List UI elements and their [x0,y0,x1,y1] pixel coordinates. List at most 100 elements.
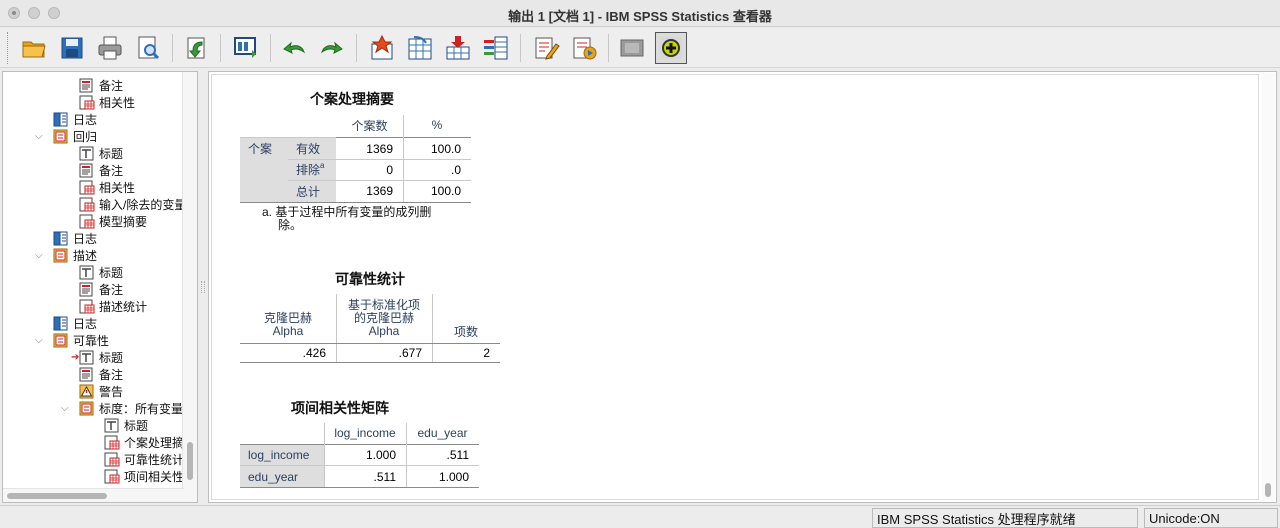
save-icon[interactable] [56,32,88,64]
chevron-down-icon[interactable]: ⌵ [35,128,43,145]
outline-item[interactable]: 可靠性 [53,332,109,349]
outline-item[interactable]: 模型摘要 [79,213,147,230]
undo-icon[interactable] [278,32,310,64]
row-label: 总计 [296,184,321,199]
row-label: edu_year [248,469,299,484]
edit-icon[interactable] [530,32,562,64]
content-vertical-scroll-thumb[interactable] [1265,483,1271,497]
outline-item[interactable]: 备注 [79,281,123,298]
outline-horizontal-scroll-thumb[interactable] [7,493,107,499]
redo-icon[interactable] [316,32,348,64]
title-icon [104,418,120,433]
col-header-items: 项数 [453,324,478,339]
title-icon [79,350,95,365]
outline-vertical-scroll-thumb[interactable] [187,442,193,480]
outline-item[interactable]: 标度：所有变量 [79,400,183,417]
outline-item[interactable]: 描述 [53,247,97,264]
outline-item[interactable]: 警告 [79,383,123,400]
outline-item[interactable]: 相关性 [79,94,135,111]
outline-vertical-scrollbar[interactable] [182,72,197,502]
warning-icon [79,384,95,399]
cell-count: 1369 [366,184,393,198]
outline-item-label: 备注 [99,164,124,178]
matrix-cell: .511 [373,469,396,484]
outline-item-label: 模型摘要 [99,215,148,229]
print-preview-icon[interactable] [132,32,164,64]
open-icon[interactable] [18,32,50,64]
cell-pct: .0 [450,162,461,177]
outline-item[interactable]: 日志 [53,230,97,247]
outline-item-label: 备注 [99,283,124,297]
cell-alpha: .426 [302,346,326,360]
outline-item-label: 标度：所有变量 [99,402,184,416]
outline-item[interactable]: 回归 [53,128,97,145]
table-icon [79,214,95,229]
outline-item[interactable]: 备注 [79,366,123,383]
variables-icon[interactable] [480,32,512,64]
chevron-down-icon[interactable]: ⌵ [35,247,43,264]
print-icon[interactable] [94,32,126,64]
current-item-arrow-icon: ➔ [71,352,80,363]
outline-pane[interactable]: 备注 相关性 日志 回归 ⌵ 标题 备注 相关性 输入/除去的变量 模型摘要 日志 描述 ⌵ 标题 备注 描述… [2,71,198,503]
col-header: log_income [334,426,396,440]
outline-horizontal-scrollbar[interactable] [3,488,184,502]
matrix-cell: 1.000 [438,469,469,484]
outline-item[interactable]: 可靠性统计 [104,451,184,468]
recall-dialog-icon[interactable] [230,32,262,64]
toolbar-grip[interactable] [7,32,9,64]
pane-splitter[interactable] [199,71,207,503]
outline-item[interactable]: 备注 [79,162,123,179]
export-icon[interactable] [180,32,212,64]
toolbar [0,28,1280,68]
chevron-down-icon[interactable]: ⌵ [35,332,43,349]
outline-item[interactable]: 标题 [79,145,123,162]
table-title: 项间相关性矩阵 [291,400,389,416]
outline-item[interactable]: 描述统计 [79,298,147,315]
show-icon[interactable] [568,32,600,64]
outline-item[interactable]: 输入/除去的变量 [79,196,186,213]
outline-item-label: 回归 [73,130,98,144]
log-icon [53,231,69,246]
outline-item[interactable]: 日志 [53,111,97,128]
outline-item-label: 相关性 [99,96,136,110]
outline-item[interactable]: 相关性 [79,179,135,196]
matrix-cell: 1.000 [365,448,396,462]
goto-data-icon[interactable] [366,32,398,64]
outline-item[interactable]: 标题 [79,264,123,281]
outline-item-label: 输入/除去的变量 [99,198,187,212]
spss-viewer-window: 输出 1 [文档 1] - IBM SPSS Statistics 查看器 备注… [0,0,1280,528]
cell-std-alpha: .677 [398,346,422,360]
content-vertical-scrollbar[interactable] [1261,73,1275,501]
designate-window-icon[interactable] [655,32,687,64]
table-icon [79,299,95,314]
col-header: edu_year [417,426,468,440]
output-content-pane[interactable]: 个案处理摘要 个案数 % 个案 有效 1369 100.0 排除 a 0 .0 总… [208,71,1277,503]
outline-item-label: 标题 [124,419,149,433]
outline-item[interactable]: 标题 [104,417,148,434]
goto-case-icon[interactable] [404,32,436,64]
log-icon [53,112,69,127]
procedure-icon [53,333,69,348]
insert-output-icon[interactable] [442,32,474,64]
outline-item[interactable]: 标题 [79,349,123,366]
footnote: a. 基于过程中所有变量的成列删 除。 [262,205,432,232]
hide-icon[interactable] [616,32,648,64]
outline-item-label: 备注 [99,79,124,93]
cell-count: 1369 [366,141,393,156]
table-title: 个案处理摘要 [310,91,394,107]
outline-item[interactable]: 日志 [53,315,97,332]
status-bar: IBM SPSS Statistics 处理程序就绪 Unicode:ON [0,505,1280,528]
outline-item[interactable]: 备注 [79,77,123,94]
window-title: 输出 1 [文档 1] - IBM SPSS Statistics 查看器 [508,9,772,24]
chevron-down-icon[interactable]: ⌵ [61,400,69,417]
status-processor: IBM SPSS Statistics 处理程序就绪 [872,508,1138,528]
title-bar: 输出 1 [文档 1] - IBM SPSS Statistics 查看器 [0,0,1280,27]
outline-item-label: 日志 [73,317,98,331]
table-icon [104,452,120,467]
outline-item-label: 标题 [99,266,124,280]
col-header-std-alpha: 基于标准化项 的克隆巴赫 Alpha [347,297,420,338]
notes-icon [79,163,95,178]
col-header-count: 个案数 [351,118,388,133]
outline-item-label: 备注 [99,368,124,382]
col-header-pct: % [431,118,443,132]
